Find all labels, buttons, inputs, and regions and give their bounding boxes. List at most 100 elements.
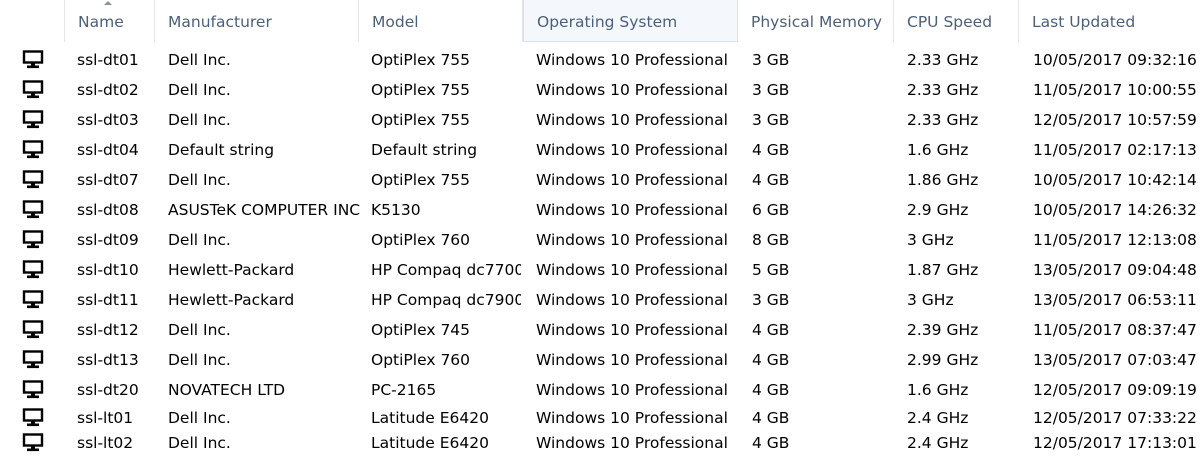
cell-last-updated: 10/05/2017 10:42:14 [1033, 171, 1197, 189]
cell-physical-memory: 8 GB [752, 231, 790, 249]
column-header-physical-memory-label: Physical Memory [751, 13, 883, 31]
cell-operating-system: Windows 10 Professional [536, 111, 728, 129]
desktop-computer-icon [19, 315, 47, 345]
cell-cpu-speed: 2.39 GHz [907, 321, 979, 339]
cell-manufacturer: Dell Inc. [168, 51, 231, 69]
cell-cpu-speed: 3 GHz [907, 231, 954, 249]
cell-name: ssl-dt03 [77, 111, 139, 129]
cell-manufacturer: Dell Inc. [168, 433, 231, 452]
cell-name: ssl-dt01 [77, 51, 139, 69]
desktop-computer-icon [19, 105, 47, 135]
cell-manufacturer: NOVATECH LTD [168, 381, 286, 399]
cell-operating-system: Windows 10 Professional [536, 291, 728, 309]
cell-operating-system: Windows 10 Professional [536, 351, 728, 369]
cell-last-updated: 13/05/2017 06:53:11 [1033, 291, 1197, 309]
cell-manufacturer: Dell Inc. [168, 81, 231, 99]
cell-name: ssl-lt01 [77, 408, 134, 427]
cell-operating-system: Windows 10 Professional [536, 171, 728, 189]
column-header-row: Name Manufacturer Model Operating System… [0, 0, 1200, 42]
table-row[interactable]: ssl-dt12 Dell Inc. OptiPlex 745 Windows … [0, 315, 1200, 345]
column-header-operating-system-label: Operating System [537, 13, 678, 31]
column-header-last-updated[interactable]: Last Updated [1019, 0, 1200, 42]
cell-model: OptiPlex 755 [371, 171, 471, 189]
table-row[interactable]: ssl-dt08 ASUSTeK COMPUTER INC K5130 Wind… [0, 195, 1200, 225]
cell-cpu-speed: 1.6 GHz [907, 141, 969, 159]
cell-model: OptiPlex 755 [371, 111, 471, 129]
table-row[interactable]: ssl-dt01 Dell Inc. OptiPlex 755 Windows … [0, 45, 1200, 75]
cell-manufacturer: Dell Inc. [168, 171, 231, 189]
cell-model: HP Compaq dc7700 [371, 261, 521, 279]
column-header-name[interactable]: Name [65, 0, 155, 42]
table-row[interactable]: ssl-dt20 NOVATECH LTD PC-2165 Windows 10… [0, 375, 1200, 405]
cell-operating-system: Windows 10 Professional [536, 81, 728, 99]
desktop-computer-icon [19, 225, 47, 255]
cell-physical-memory: 4 GB [752, 171, 790, 189]
cell-cpu-speed: 2.99 GHz [907, 351, 979, 369]
column-header-physical-memory[interactable]: Physical Memory [738, 0, 894, 42]
table-row[interactable]: ssl-dt11 Hewlett-Packard HP Compaq dc790… [0, 285, 1200, 315]
cell-operating-system: Windows 10 Professional [536, 141, 728, 159]
table-row[interactable]: ssl-dt10 Hewlett-Packard HP Compaq dc770… [0, 255, 1200, 285]
cell-model: Latitude E6420 [371, 433, 489, 452]
column-header-last-updated-label: Last Updated [1032, 13, 1136, 31]
cell-physical-memory: 5 GB [752, 261, 790, 279]
cell-last-updated: 11/05/2017 10:00:55 [1033, 81, 1197, 99]
table-row[interactable]: ssl-dt13 Dell Inc. OptiPlex 760 Windows … [0, 345, 1200, 375]
computer-inventory-grid: Name Manufacturer Model Operating System… [0, 0, 1200, 473]
cell-cpu-speed: 1.87 GHz [907, 261, 979, 279]
cell-last-updated: 12/05/2017 07:33:22 [1033, 408, 1197, 427]
cell-model: Latitude E6420 [371, 408, 489, 427]
cell-model: Default string [371, 141, 478, 159]
cell-name: ssl-dt12 [77, 321, 139, 339]
cell-name: ssl-dt13 [77, 351, 139, 369]
column-header-cpu-speed-label: CPU Speed [907, 13, 993, 31]
cell-manufacturer: Dell Inc. [168, 408, 231, 427]
desktop-computer-icon [19, 195, 47, 225]
cell-cpu-speed: 2.33 GHz [907, 81, 979, 99]
cell-last-updated: 12/05/2017 09:09:19 [1033, 381, 1197, 399]
column-header-icon [0, 0, 65, 42]
cell-model: OptiPlex 755 [371, 81, 471, 99]
cell-cpu-speed: 3 GHz [907, 291, 954, 309]
desktop-computer-icon [19, 75, 47, 105]
cell-physical-memory: 4 GB [752, 433, 790, 452]
table-row[interactable]: ssl-dt02 Dell Inc. OptiPlex 755 Windows … [0, 75, 1200, 105]
cell-operating-system: Windows 10 Professional [536, 231, 728, 249]
cell-model: HP Compaq dc7900 [371, 291, 521, 309]
cell-cpu-speed: 2.9 GHz [907, 201, 969, 219]
column-header-operating-system[interactable]: Operating System [523, 0, 738, 42]
desktop-computer-icon [19, 430, 47, 455]
cell-last-updated: 12/05/2017 17:13:01 [1033, 433, 1197, 452]
cell-name: ssl-dt08 [77, 201, 139, 219]
cell-last-updated: 11/05/2017 02:17:13 [1033, 141, 1197, 159]
table-row[interactable]: ssl-dt03 Dell Inc. OptiPlex 755 Windows … [0, 105, 1200, 135]
cell-model: OptiPlex 745 [371, 321, 471, 339]
cell-physical-memory: 4 GB [752, 408, 790, 427]
desktop-computer-icon [19, 255, 47, 285]
desktop-computer-icon [19, 345, 47, 375]
table-row[interactable]: ssl-dt07 Dell Inc. OptiPlex 755 Windows … [0, 165, 1200, 195]
cell-operating-system: Windows 10 Professional [536, 381, 728, 399]
column-header-manufacturer[interactable]: Manufacturer [155, 0, 359, 42]
cell-model: OptiPlex 760 [371, 231, 471, 249]
cell-last-updated: 11/05/2017 08:37:47 [1033, 321, 1197, 339]
desktop-computer-icon [19, 375, 47, 405]
cell-manufacturer: Hewlett-Packard [168, 261, 295, 279]
cell-physical-memory: 3 GB [752, 51, 790, 69]
cell-model: OptiPlex 755 [371, 51, 471, 69]
cell-physical-memory: 4 GB [752, 141, 790, 159]
cell-operating-system: Windows 10 Professional [536, 433, 728, 452]
table-row[interactable]: ssl-dt09 Dell Inc. OptiPlex 760 Windows … [0, 225, 1200, 255]
table-row[interactable]: ssl-lt01 Dell Inc. Latitude E6420 Window… [0, 405, 1200, 430]
table-row[interactable]: ssl-lt02 Dell Inc. Latitude E6420 Window… [0, 430, 1200, 455]
table-row[interactable]: ssl-dt04 Default string Default string W… [0, 135, 1200, 165]
column-header-cpu-speed[interactable]: CPU Speed [894, 0, 1019, 42]
cell-operating-system: Windows 10 Professional [536, 408, 728, 427]
column-header-model[interactable]: Model [359, 0, 523, 42]
column-header-manufacturer-label: Manufacturer [168, 13, 272, 31]
cell-manufacturer: Default string [168, 141, 275, 159]
column-header-name-label: Name [78, 13, 124, 31]
desktop-computer-icon [19, 135, 47, 165]
cell-name: ssl-dt02 [77, 81, 139, 99]
cell-last-updated: 13/05/2017 07:03:47 [1033, 351, 1197, 369]
